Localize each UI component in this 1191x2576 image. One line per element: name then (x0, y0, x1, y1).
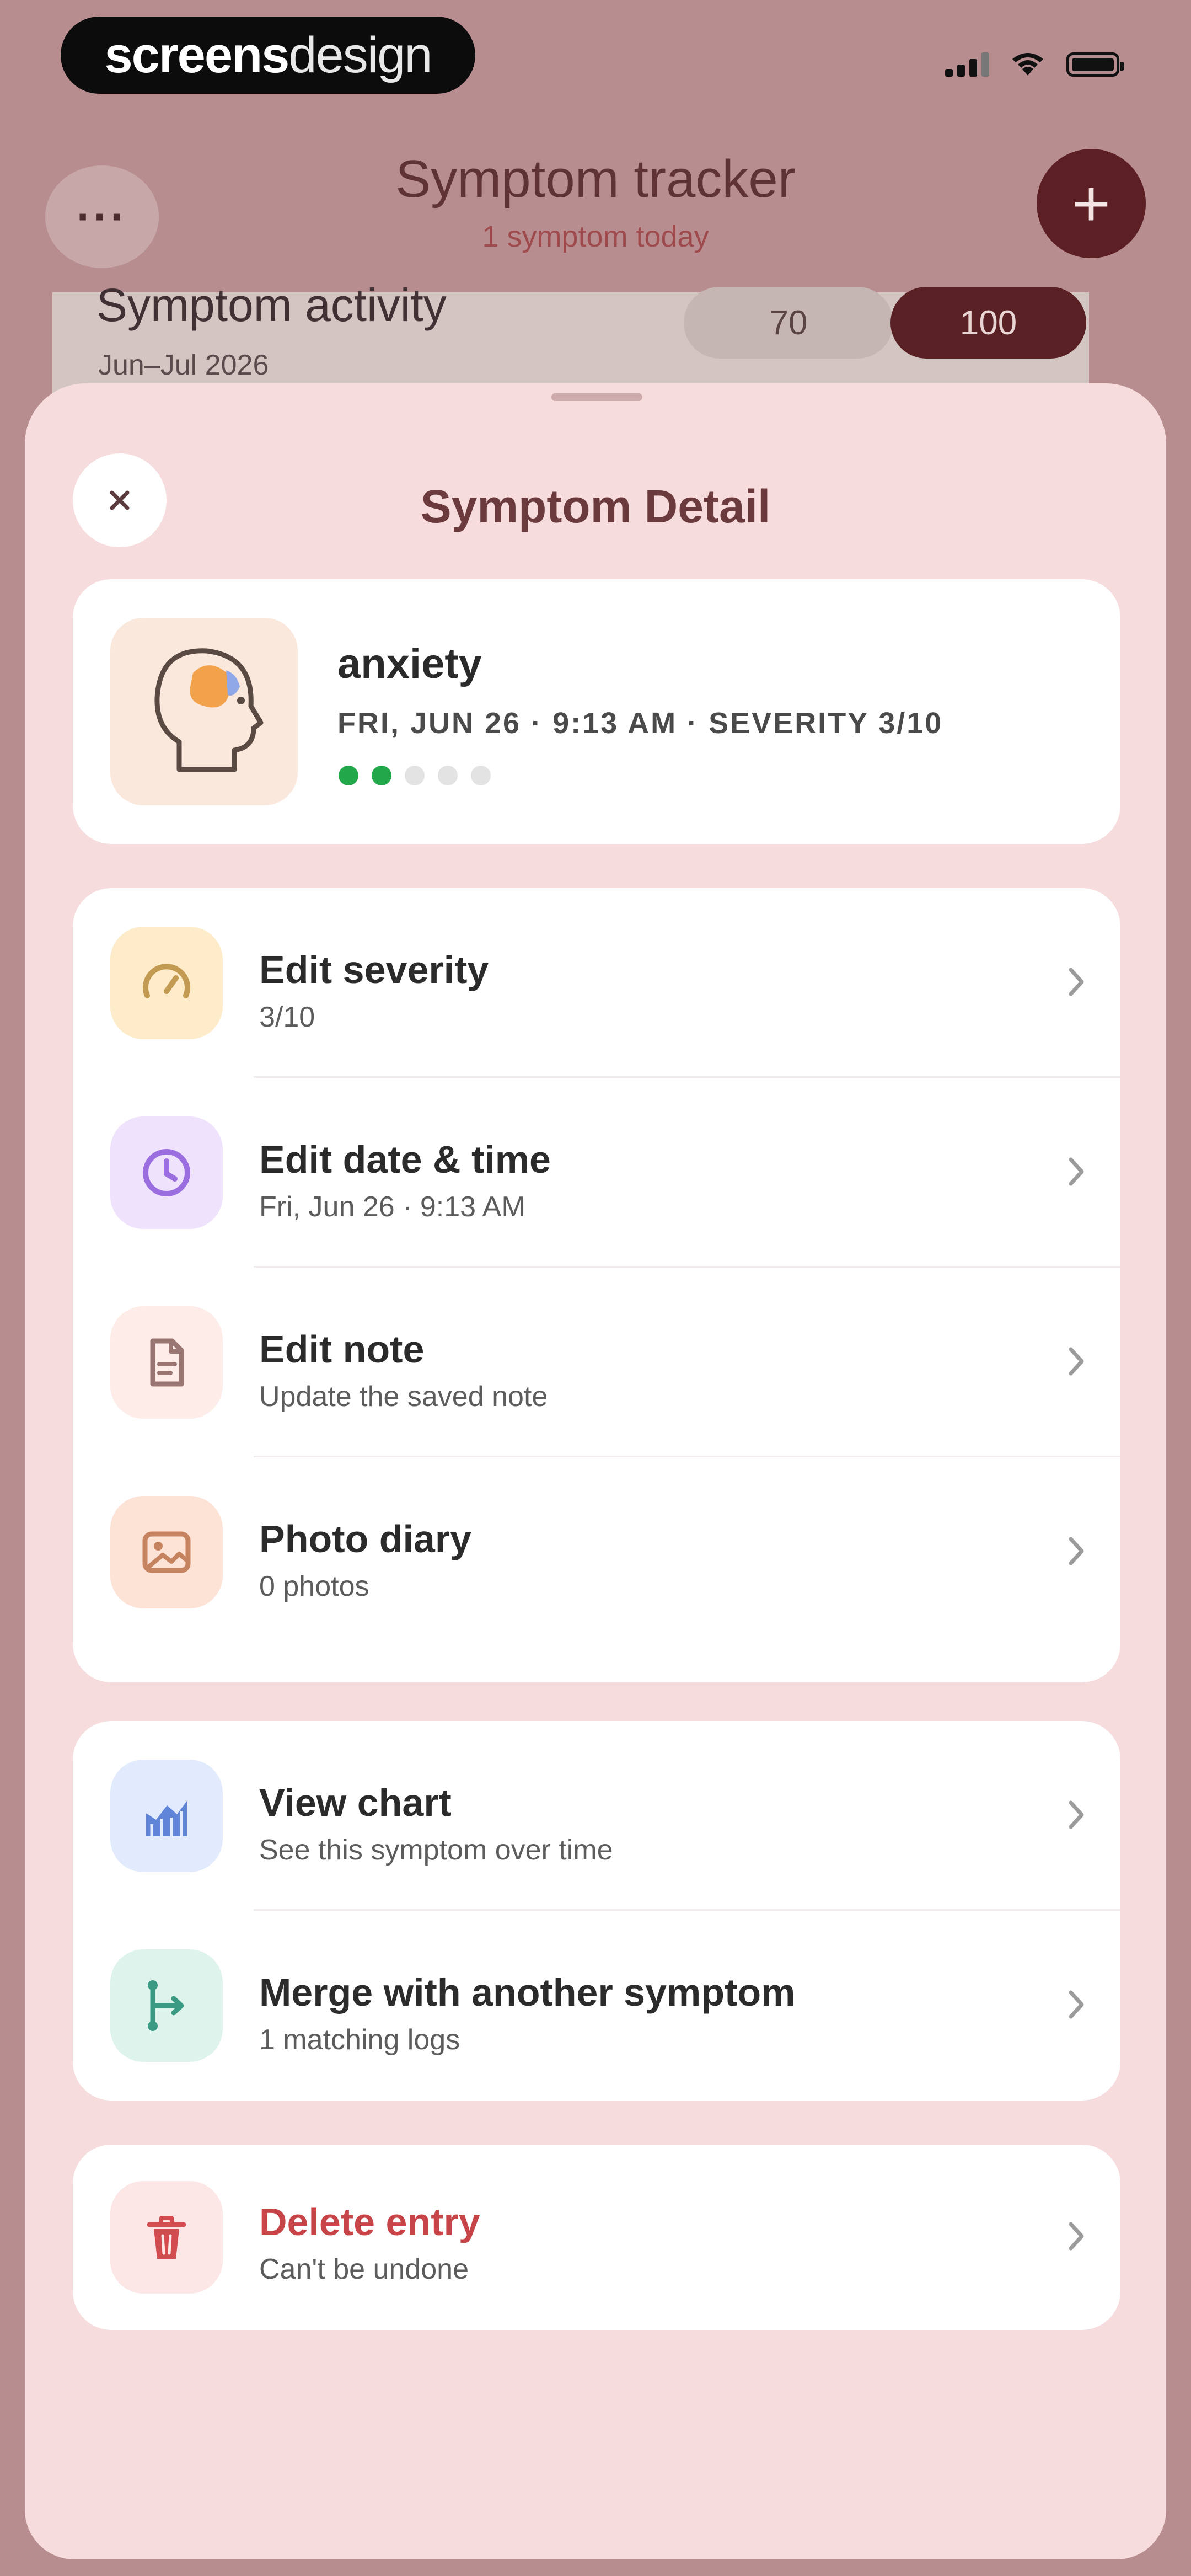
delete-icon-tile (110, 2181, 223, 2294)
chevron-right-icon (1069, 1157, 1084, 1186)
severity-dot-empty (405, 766, 425, 785)
photo-icon (142, 1531, 191, 1573)
chevron-right-icon (1069, 1990, 1084, 2019)
document-icon (150, 1338, 184, 1387)
add-symptom-button[interactable]: + (1037, 149, 1146, 258)
edit-date-time-row[interactable]: Edit date & time Fri, Jun 26 · 9:13 AM (73, 1078, 1120, 1268)
edit-note-icon-tile (110, 1306, 223, 1419)
symptom-icon-tile (110, 618, 298, 805)
range-segment-70[interactable]: 70 (684, 287, 893, 359)
edit-severity-icon-tile (110, 927, 223, 1039)
view-chart-row[interactable]: View chart See this symptom over time (73, 1721, 1120, 1911)
symptom-summary-card: anxiety FRI, JUN 26 · 9:13 AM · SEVERITY… (73, 579, 1120, 844)
photo-diary-row[interactable]: Photo diary 0 photos (73, 1457, 1120, 1647)
delete-entry-row[interactable]: Delete entry Can't be undone (73, 2145, 1120, 2330)
edit-note-sublabel: Update the saved note (259, 1381, 548, 1413)
edit-date-time-value: Fri, Jun 26 · 9:13 AM (259, 1191, 525, 1223)
view-chart-icon-tile (110, 1760, 223, 1872)
sheet-drag-handle[interactable] (551, 393, 642, 401)
delete-entry-sublabel: Can't be undone (259, 2253, 469, 2285)
brand-badge: screens design (61, 17, 475, 94)
page-subtitle: 1 symptom today (482, 220, 709, 253)
insight-actions-card: View chart See this symptom over time Me… (73, 1721, 1120, 2101)
symptom-name: anxiety (337, 640, 482, 687)
chevron-right-icon (1069, 968, 1084, 996)
edit-severity-row[interactable]: Edit severity 3/10 (73, 888, 1120, 1078)
danger-actions-card: Delete entry Can't be undone (73, 2145, 1120, 2330)
page-title: Symptom tracker (395, 149, 796, 209)
symptom-meta: FRI, JUN 26 · 9:13 AM · SEVERITY 3/10 (337, 707, 943, 740)
edit-date-time-label: Edit date & time (259, 1138, 551, 1181)
chevron-right-icon (1069, 1800, 1084, 1829)
delete-entry-label: Delete entry (259, 2200, 480, 2243)
trash-icon (147, 2216, 186, 2259)
edit-actions-card: Edit severity 3/10 Edit date & time Fri,… (73, 888, 1120, 1682)
edit-severity-label: Edit severity (259, 948, 489, 991)
photo-diary-label: Photo diary (259, 1517, 472, 1560)
photo-diary-count: 0 photos (259, 1570, 369, 1602)
edit-note-label: Edit note (259, 1328, 425, 1371)
merge-symptom-sublabel: 1 matching logs (259, 2024, 460, 2056)
merge-symptom-row[interactable]: Merge with another symptom 1 matching lo… (73, 1911, 1120, 2101)
edit-note-row[interactable]: Edit note Update the saved note (73, 1268, 1120, 1457)
severity-dot-empty (471, 766, 491, 785)
severity-dot-empty (438, 766, 458, 785)
view-chart-sublabel: See this symptom over time (259, 1834, 613, 1866)
chevron-right-icon (1069, 1347, 1084, 1376)
activity-card-subtitle: Jun–Jul 2026 (98, 349, 269, 381)
edit-severity-value: 3/10 (259, 1001, 315, 1033)
severity-dot-filled (339, 766, 358, 785)
chart-icon (146, 1801, 187, 1836)
head-brain-icon (154, 648, 264, 772)
clock-icon (143, 1149, 190, 1196)
view-chart-label: View chart (259, 1781, 452, 1824)
severity-dots (339, 766, 491, 785)
gauge-icon (143, 964, 190, 998)
chevron-right-icon (1069, 1537, 1084, 1565)
range-segment-100[interactable]: 100 (890, 287, 1086, 359)
brand-thin-text: design (288, 26, 432, 83)
merge-symptom-label: Merge with another symptom (259, 1971, 796, 2014)
merge-icon (148, 1980, 184, 2031)
merge-icon-tile (110, 1949, 223, 2062)
wifi-icon (1012, 53, 1043, 76)
cellular-signal-icon (945, 52, 989, 77)
battery-icon (1066, 52, 1124, 77)
chevron-right-icon (1069, 2222, 1084, 2251)
severity-dot-filled (372, 766, 391, 785)
edit-date-time-icon-tile (110, 1116, 223, 1229)
sheet-title: Symptom Detail (420, 480, 771, 532)
screen: screens design ··· Symptom tracker 1 symp… (0, 0, 1191, 2576)
photo-diary-icon-tile (110, 1496, 223, 1608)
brand-bold-text: screens (104, 26, 290, 83)
status-icons (945, 52, 1124, 77)
activity-card-title: Symptom activity (96, 279, 447, 331)
